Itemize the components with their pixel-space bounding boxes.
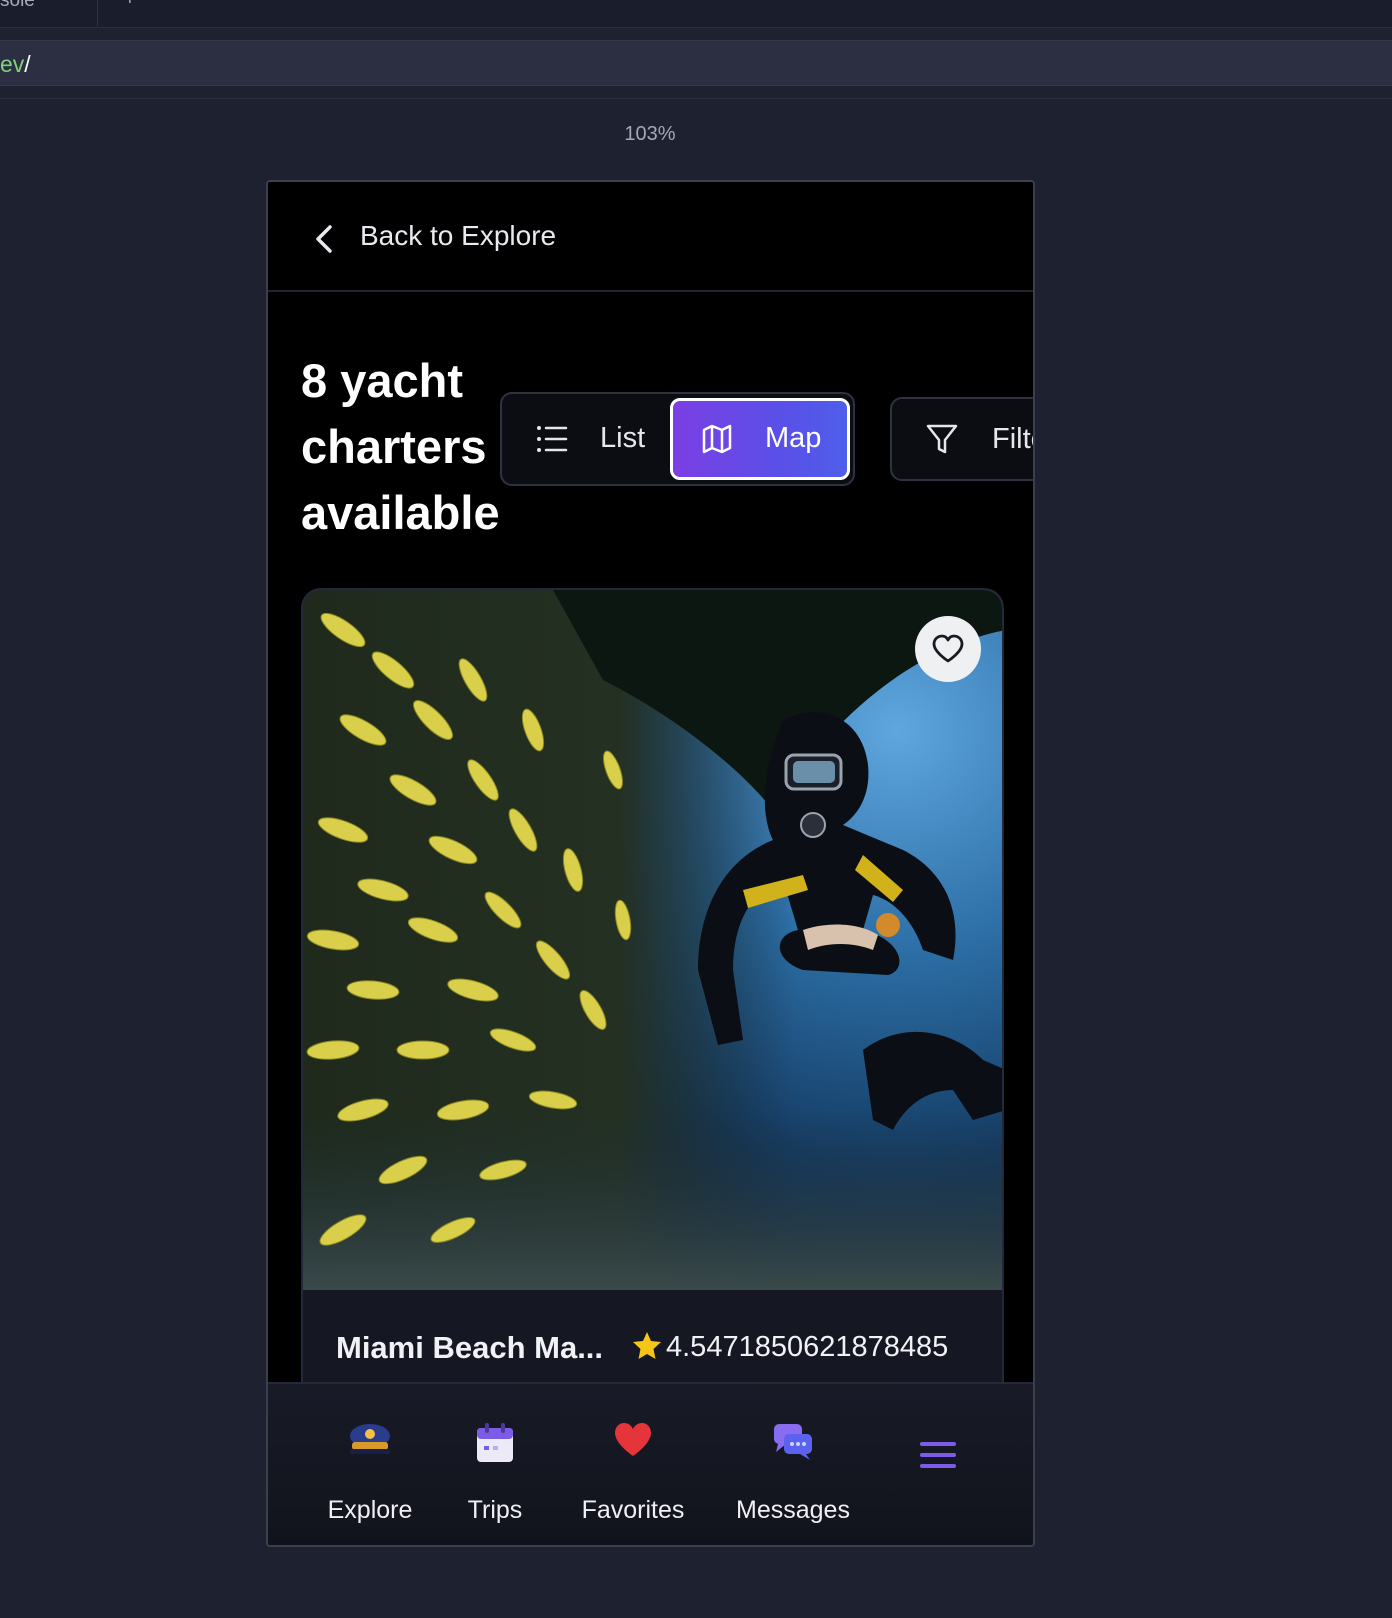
list-view-button[interactable]: List — [502, 394, 672, 484]
list-icon — [537, 426, 568, 452]
map-view-button[interactable]: Map — [670, 398, 850, 480]
calendar-icon — [477, 1423, 513, 1462]
view-toggle: List Map — [500, 392, 855, 486]
nav-label: Trips — [467, 1496, 523, 1524]
listing-rating: 4.5471850621878485 — [666, 1331, 949, 1363]
nav-item-favorites[interactable]: Favorites — [568, 1384, 698, 1545]
bottom-nav: Explore Trips Favorites Messages — [268, 1382, 1033, 1545]
favorite-button[interactable] — [915, 616, 981, 682]
url-bar[interactable]: ev/ — [0, 40, 1392, 86]
zoom-level: 103% — [624, 123, 676, 145]
nav-item-menu[interactable] — [898, 1384, 978, 1545]
devtools-tab-console[interactable]: sole — [0, 0, 98, 26]
devtools-tab-bar: sole + — [0, 0, 1392, 28]
nav-item-trips[interactable]: Trips — [445, 1384, 545, 1545]
nav-label: Favorites — [581, 1496, 685, 1524]
filter-icon — [926, 424, 958, 454]
hamburger-menu-icon — [920, 1442, 956, 1468]
listing-photo — [303, 590, 1002, 1290]
results-title-line: charters — [301, 420, 487, 473]
results-title-line: available — [301, 486, 500, 539]
star-icon — [633, 1332, 661, 1359]
nav-label: Explore — [327, 1496, 413, 1524]
listing-photo-art — [303, 590, 1002, 1290]
nav-item-messages[interactable]: Messages — [723, 1384, 863, 1545]
url-path: / — [24, 51, 31, 77]
mobile-viewport: Back to Explore 8 yacht charters availab… — [266, 180, 1035, 1547]
top-bar: Back to Explore — [268, 182, 1033, 292]
chevron-left-icon[interactable] — [310, 222, 338, 256]
results-title: 8 yacht charters available — [301, 348, 511, 546]
new-tab-button[interactable]: + — [124, 0, 136, 11]
devtools-tab-label: sole — [0, 0, 35, 11]
map-icon — [702, 424, 732, 454]
heart-icon — [615, 1423, 651, 1456]
nav-item-explore[interactable]: Explore — [310, 1384, 430, 1545]
filters-label: Filters — [992, 423, 1033, 455]
list-view-label: List — [600, 422, 646, 454]
filters-button[interactable]: Filters — [890, 397, 1033, 481]
chat-bubbles-icon — [774, 1424, 812, 1460]
listing-card[interactable]: Miami Beach Ma... 4.5471850621878485 — [301, 588, 1004, 1408]
back-to-explore-link[interactable]: Back to Explore — [360, 220, 556, 252]
heart-outline-icon — [932, 634, 964, 663]
map-view-label: Map — [765, 422, 822, 454]
results-title-line: 8 yacht — [301, 354, 463, 407]
nav-label: Messages — [736, 1496, 850, 1524]
captain-hat-icon — [350, 1424, 390, 1454]
listing-name: Miami Beach Ma... — [336, 1330, 604, 1365]
divider — [0, 98, 1392, 99]
url-host-fragment: ev — [0, 51, 25, 77]
